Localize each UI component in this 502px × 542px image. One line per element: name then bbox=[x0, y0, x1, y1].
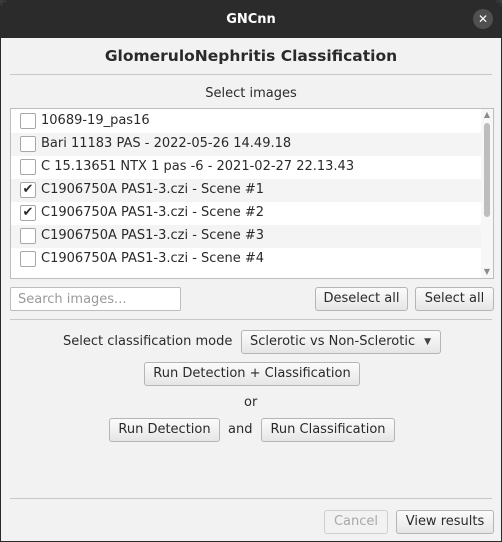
classification-mode-dropdown[interactable]: Sclerotic vs Non-Sclerotic ▼ bbox=[241, 330, 441, 354]
chevron-up-icon[interactable]: ▲ bbox=[481, 109, 493, 121]
close-icon: ✕ bbox=[477, 12, 489, 26]
chevron-down-icon[interactable]: ▼ bbox=[481, 266, 493, 278]
divider bbox=[10, 74, 492, 75]
image-checkbox[interactable] bbox=[20, 136, 36, 152]
search-input[interactable] bbox=[10, 287, 181, 311]
close-button[interactable]: ✕ bbox=[473, 9, 493, 29]
image-checkbox[interactable] bbox=[20, 159, 36, 175]
cancel-button[interactable]: Cancel bbox=[324, 510, 388, 534]
window-title: GNCnn bbox=[226, 12, 276, 27]
divider bbox=[10, 319, 492, 320]
scrollbar-thumb[interactable] bbox=[484, 123, 490, 217]
list-item-label: C1906750A PAS1-3.czi - Scene #4 bbox=[41, 251, 264, 266]
checkmark-icon: ✔ bbox=[22, 182, 34, 197]
select-images-label: Select images bbox=[205, 86, 297, 101]
list-item-label: C1906750A PAS1-3.czi - Scene #1 bbox=[41, 182, 264, 197]
image-checkbox[interactable]: ✔ bbox=[20, 205, 36, 221]
list-item[interactable]: ✔ C1906750A PAS1-3.czi - Scene #1 bbox=[11, 179, 481, 202]
title-bar[interactable]: GNCnn ✕ bbox=[1, 1, 501, 38]
classification-mode-label: Select classification mode bbox=[63, 334, 233, 349]
page-title: GlomeruloNephritis Classification bbox=[104, 47, 398, 65]
deselect-all-button[interactable]: Deselect all bbox=[315, 287, 408, 311]
caret-down-icon: ▼ bbox=[424, 337, 431, 347]
list-item-label: C1906750A PAS1-3.czi - Scene #2 bbox=[41, 205, 264, 220]
divider bbox=[10, 498, 492, 499]
run-classification-button[interactable]: Run Classification bbox=[261, 418, 395, 442]
list-item-label: 10689-19_pas16 bbox=[41, 113, 150, 128]
list-item[interactable]: C1906750A PAS1-3.czi - Scene #4 bbox=[11, 248, 481, 271]
app-window: GNCnn ✕ GlomeruloNephritis Classificatio… bbox=[0, 0, 502, 542]
image-checkbox[interactable] bbox=[20, 113, 36, 129]
image-checkbox[interactable]: ✔ bbox=[20, 182, 36, 198]
list-item[interactable]: C1906750A PAS1-3.czi - Scene #3 bbox=[11, 225, 481, 248]
list-item[interactable]: Bari 11183 PAS - 2022-05-26 14.49.18 bbox=[11, 133, 481, 156]
image-checkbox[interactable] bbox=[20, 228, 36, 244]
list-item[interactable]: C 15.13651 NTX 1 pas -6 - 2021-02-27 22.… bbox=[11, 156, 481, 179]
image-list[interactable]: 10689-19_pas16 Bari 11183 PAS - 2022-05-2… bbox=[10, 108, 494, 279]
view-results-button[interactable]: View results bbox=[396, 510, 494, 534]
classification-mode-value: Sclerotic vs Non-Sclerotic bbox=[250, 334, 416, 349]
vertical-scrollbar[interactable]: ▲ ▼ bbox=[481, 109, 493, 278]
or-label: or bbox=[244, 395, 258, 410]
select-all-button[interactable]: Select all bbox=[415, 287, 494, 311]
run-detection-button[interactable]: Run Detection bbox=[109, 418, 220, 442]
checkmark-icon: ✔ bbox=[22, 205, 34, 220]
list-item[interactable]: 10689-19_pas16 bbox=[11, 110, 481, 133]
image-checkbox[interactable] bbox=[20, 251, 36, 267]
run-detection-classification-button[interactable]: Run Detection + Classification bbox=[144, 362, 360, 386]
and-label: and bbox=[228, 422, 253, 437]
list-item-label: Bari 11183 PAS - 2022-05-26 14.49.18 bbox=[41, 136, 292, 151]
list-item-label: C 15.13651 NTX 1 pas -6 - 2021-02-27 22.… bbox=[41, 159, 355, 174]
list-item[interactable]: ✔ C1906750A PAS1-3.czi - Scene #2 bbox=[11, 202, 481, 225]
list-item-label: C1906750A PAS1-3.czi - Scene #3 bbox=[41, 228, 264, 243]
